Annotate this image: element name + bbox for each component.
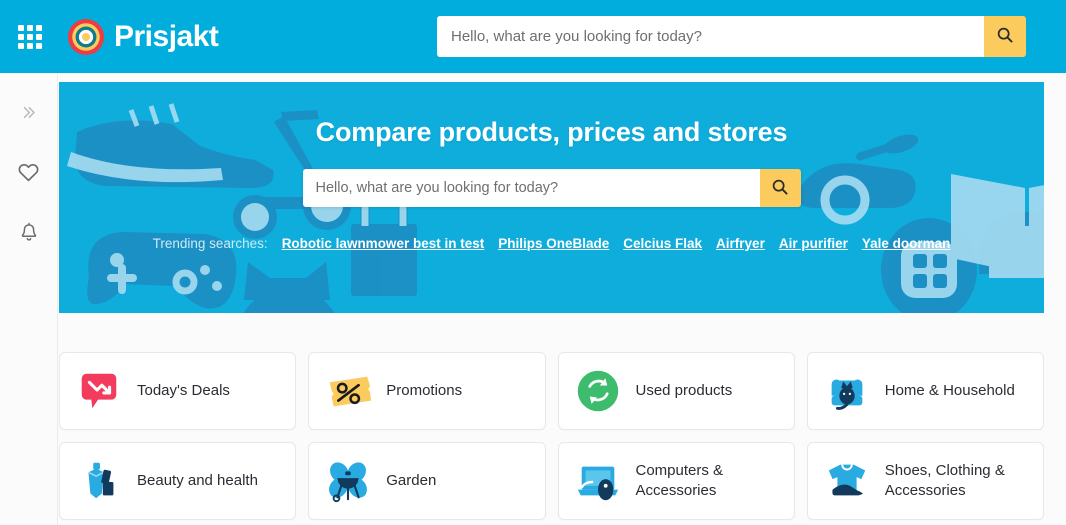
category-label: Promotions xyxy=(386,382,463,400)
trending-link-0[interactable]: Robotic lawnmower best in test xyxy=(282,236,485,251)
apps-grid-icon[interactable] xyxy=(15,22,45,52)
trending-link-3[interactable]: Airfryer xyxy=(716,236,765,251)
category-label: Shoes, Clothing & Accessories xyxy=(884,462,1005,499)
category-label: Home & Household xyxy=(884,382,1015,400)
hero-title: Compare products, prices and stores xyxy=(315,117,788,147)
header-search-bar xyxy=(437,16,1026,57)
price-drop-bubble-icon xyxy=(74,366,124,416)
tshirt-sneaker-icon xyxy=(822,456,872,506)
brand-name: Prisjakt xyxy=(114,19,219,53)
grill-flower-icon xyxy=(323,456,373,506)
prisjakt-target-logo-icon xyxy=(67,18,105,56)
hero-search-bar xyxy=(302,169,801,207)
percent-ticket-icon xyxy=(323,366,373,416)
category-card-todays-deals[interactable]: Today's Deals xyxy=(59,352,297,430)
category-label: Beauty and health xyxy=(137,472,258,490)
category-label: Today's Deals xyxy=(137,382,230,400)
search-icon xyxy=(771,178,789,199)
double-chevron-right-icon xyxy=(19,103,38,127)
sidebar-item-notifications[interactable] xyxy=(14,220,44,250)
category-label: Computers & Accessories xyxy=(635,462,724,499)
search-button[interactable] xyxy=(984,16,1026,57)
trending-label: Trending searches: xyxy=(152,236,268,251)
category-card-promotions[interactable]: Promotions xyxy=(308,352,546,430)
hero-search-input[interactable] xyxy=(302,169,760,207)
sidebar-item-favorites[interactable] xyxy=(14,160,44,190)
brand-logo[interactable]: Prisjakt xyxy=(67,18,219,56)
laptop-mouse-icon xyxy=(573,456,623,506)
category-card-grid: Today's Deals Promotions Used products H… xyxy=(59,352,1044,520)
search-input[interactable] xyxy=(437,16,984,57)
category-card-beauty-health[interactable]: Beauty and health xyxy=(59,442,297,520)
top-header: Prisjakt xyxy=(0,0,1066,73)
hero-banner: Compare products, prices and stores Tren… xyxy=(59,82,1044,313)
trending-link-4[interactable]: Air purifier xyxy=(779,236,848,251)
sidebar-item-expand[interactable] xyxy=(14,100,44,130)
heart-icon xyxy=(17,161,40,189)
trending-link-5[interactable]: Yale doorman xyxy=(862,236,951,251)
bell-icon xyxy=(18,222,40,249)
trending-searches: Trending searches: Robotic lawnmower bes… xyxy=(153,236,951,251)
category-label: Garden xyxy=(386,472,437,490)
page-root: Prisjakt Hello, what are you looking for… xyxy=(0,0,1066,525)
category-card-home-household[interactable]: Home & Household xyxy=(806,352,1044,430)
category-card-garden[interactable]: Garden xyxy=(308,442,546,520)
search-icon xyxy=(996,26,1014,47)
category-card-used-products[interactable]: Used products xyxy=(557,352,795,430)
trending-link-1[interactable]: Philips OneBlade xyxy=(498,236,609,251)
armchair-cat-icon xyxy=(822,366,872,416)
cosmetics-icon xyxy=(74,456,124,506)
category-label: Used products xyxy=(635,382,733,400)
category-card-shoes-clothing-accessories[interactable]: Shoes, Clothing & Accessories xyxy=(806,442,1044,520)
hero-search-button[interactable] xyxy=(759,169,801,207)
trending-link-2[interactable]: Celcius Flak xyxy=(623,236,702,251)
category-card-computers-accessories[interactable]: Computers & Accessories xyxy=(557,442,795,520)
recycle-circle-icon xyxy=(573,366,623,416)
left-sidebar xyxy=(0,73,58,525)
